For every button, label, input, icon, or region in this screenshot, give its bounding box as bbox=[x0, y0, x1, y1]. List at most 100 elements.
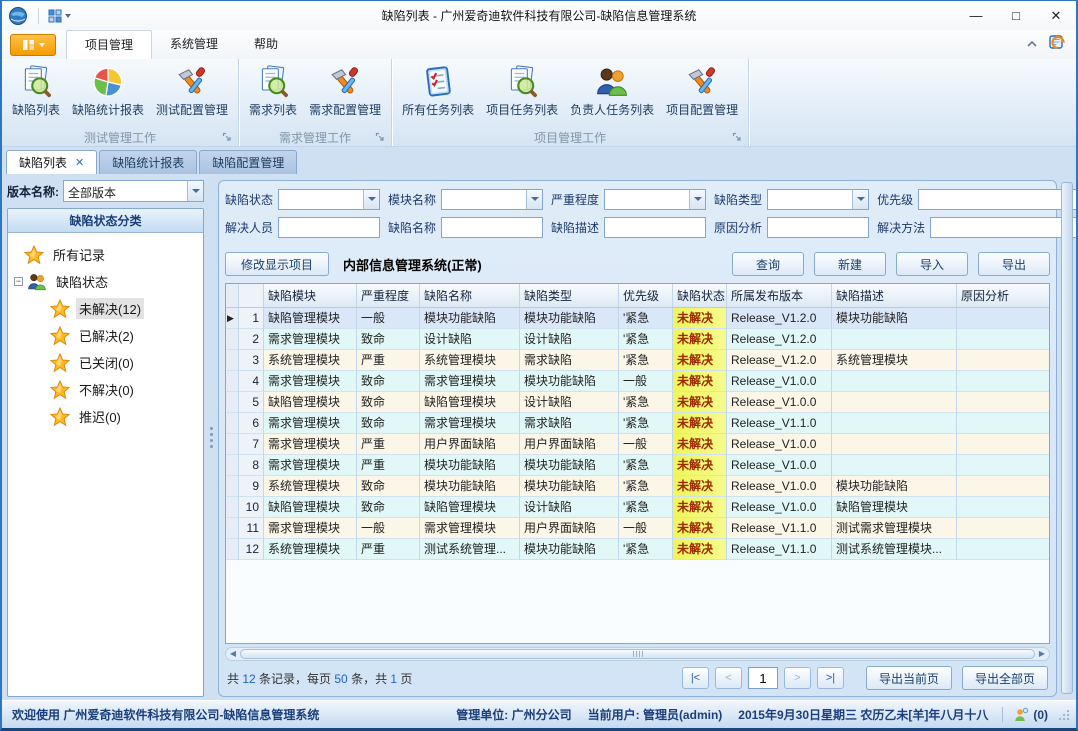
tree-item-defect-status[interactable]: −缺陷状态 bbox=[10, 268, 201, 295]
defect-status-combo[interactable] bbox=[278, 189, 380, 210]
defect-stats-report-button[interactable]: 缺陷统计报表 bbox=[66, 63, 150, 120]
export-current-page-button[interactable]: 导出当前页 bbox=[866, 666, 952, 690]
requirement-config-management-label: 需求配置管理 bbox=[309, 101, 381, 118]
doc-tab-label: 缺陷统计报表 bbox=[112, 154, 184, 171]
scroll-right-icon[interactable]: ▶ bbox=[1037, 648, 1047, 660]
next-page-button[interactable]: > bbox=[784, 667, 811, 689]
application-menu-button[interactable] bbox=[10, 34, 56, 56]
resize-grip[interactable] bbox=[1058, 709, 1070, 721]
page-number-input[interactable] bbox=[748, 667, 778, 689]
collapse-minus-icon[interactable]: − bbox=[14, 277, 23, 286]
query-button[interactable]: 查询 bbox=[732, 252, 804, 276]
ribbon-tab-project-management[interactable]: 项目管理 bbox=[66, 30, 152, 59]
dropdown-arrow-icon[interactable] bbox=[187, 181, 203, 201]
help-icon[interactable] bbox=[1048, 33, 1066, 54]
quick-access-toolbar-button[interactable] bbox=[44, 7, 75, 25]
table-row[interactable]: 8需求管理模块严重模块功能缺陷模块功能缺陷'紧急未解决Release_V1.0.… bbox=[226, 455, 1049, 476]
dialog-launcher-icon[interactable] bbox=[222, 132, 233, 143]
message-count: (0) bbox=[1033, 708, 1048, 722]
table-row[interactable]: 12系统管理模块严重测试系统管理...模块功能缺陷'紧急未解决Release_V… bbox=[226, 539, 1049, 560]
create-button[interactable]: 新建 bbox=[814, 252, 886, 276]
export-all-pages-button[interactable]: 导出全部页 bbox=[962, 666, 1048, 690]
defect-status-input[interactable] bbox=[279, 190, 363, 209]
vertical-scrollbar[interactable] bbox=[1061, 182, 1073, 694]
user-status-icon[interactable] bbox=[1013, 707, 1029, 723]
collapse-ribbon-icon[interactable] bbox=[1026, 37, 1038, 51]
table-row[interactable]: 3系统管理模块严重系统管理模块需求缺陷'紧急未解决Release_V1.2.0系… bbox=[226, 350, 1049, 371]
tree-item-wont-fix[interactable]: 不解决(0) bbox=[10, 376, 201, 403]
defect-desc-input[interactable] bbox=[604, 217, 706, 238]
tree-item-unresolved[interactable]: 未解决(12) bbox=[10, 295, 201, 322]
all-task-list-button[interactable]: 所有任务列表 bbox=[396, 63, 480, 120]
modify-display-items-button[interactable]: 修改显示项目 bbox=[225, 252, 329, 276]
table-row[interactable]: 4需求管理模块致命需求管理模块模块功能缺陷一般未解决Release_V1.0.0 bbox=[226, 371, 1049, 392]
window-controls: — □ ✕ bbox=[956, 1, 1076, 30]
cell: '紧急 bbox=[619, 476, 673, 497]
ribbon-tab-system-management[interactable]: 系统管理 bbox=[152, 30, 236, 59]
filter-row-2: 解决人员缺陷名称缺陷描述原因分析解决方法 bbox=[225, 216, 1050, 238]
export-button[interactable]: 导出 bbox=[978, 252, 1050, 276]
defect-name-input[interactable] bbox=[441, 217, 543, 238]
doc-tab-defect-stats-report[interactable]: 缺陷统计报表 bbox=[99, 150, 197, 174]
row-number: 9 bbox=[239, 476, 264, 497]
horizontal-scrollbar[interactable]: ◀ ▶ bbox=[225, 647, 1050, 661]
tree-item-postponed[interactable]: 推迟(0) bbox=[10, 403, 201, 430]
close-tab-icon[interactable]: ✕ bbox=[75, 156, 84, 169]
scrollbar-thumb[interactable] bbox=[240, 649, 1035, 659]
defect-type-combo[interactable] bbox=[767, 189, 869, 210]
table-row[interactable]: 10缺陷管理模块致命缺陷管理模块设计缺陷'紧急未解决Release_V1.0.0… bbox=[226, 497, 1049, 518]
maximize-button[interactable]: □ bbox=[996, 1, 1036, 30]
close-button[interactable]: ✕ bbox=[1036, 1, 1076, 30]
requirement-list-label: 需求列表 bbox=[249, 101, 297, 118]
tree-item-closed[interactable]: 已关闭(0) bbox=[10, 349, 201, 376]
cell bbox=[832, 371, 957, 392]
last-page-button[interactable]: >| bbox=[817, 667, 844, 689]
minimize-button[interactable]: — bbox=[956, 1, 996, 30]
priority-combo[interactable] bbox=[918, 189, 1078, 210]
dropdown-arrow-icon[interactable] bbox=[689, 190, 705, 209]
cell: 未解决 bbox=[673, 455, 727, 476]
import-button[interactable]: 导入 bbox=[896, 252, 968, 276]
tree-item-resolved[interactable]: 已解决(2) bbox=[10, 322, 201, 349]
defect-list-button[interactable]: 缺陷列表 bbox=[6, 63, 66, 120]
dropdown-arrow-icon[interactable] bbox=[526, 190, 542, 209]
version-combo[interactable]: 全部版本 bbox=[63, 180, 204, 202]
table-row[interactable]: 5缺陷管理模块致命缺陷管理模块设计缺陷'紧急未解决Release_V1.0.0 bbox=[226, 392, 1049, 413]
doc-tab-defect-list[interactable]: 缺陷列表✕ bbox=[6, 150, 97, 174]
dialog-launcher-icon[interactable] bbox=[732, 132, 743, 143]
cell bbox=[957, 371, 1050, 392]
requirement-list-button[interactable]: 需求列表 bbox=[243, 63, 303, 120]
table-row[interactable]: 7需求管理模块严重用户界面缺陷用户界面缺陷一般未解决Release_V1.0.0 bbox=[226, 434, 1049, 455]
test-config-management-button[interactable]: 测试配置管理 bbox=[150, 63, 234, 120]
module-name-combo[interactable] bbox=[441, 189, 543, 210]
table-row[interactable]: 11需求管理模块一般需求管理模块用户界面缺陷一般未解决Release_V1.1.… bbox=[226, 518, 1049, 539]
table-row[interactable]: 9系统管理模块致命模块功能缺陷模块功能缺陷'紧急未解决Release_V1.0.… bbox=[226, 476, 1049, 497]
resolver-input[interactable] bbox=[278, 217, 380, 238]
table-row[interactable]: 6需求管理模块致命需求管理模块需求缺陷'紧急未解决Release_V1.1.0 bbox=[226, 413, 1049, 434]
panel-splitter[interactable] bbox=[208, 174, 215, 700]
project-task-list-button[interactable]: 项目任务列表 bbox=[480, 63, 564, 120]
project-config-management-button[interactable]: 项目配置管理 bbox=[660, 63, 744, 120]
defect-type-input[interactable] bbox=[768, 190, 852, 209]
requirement-config-management-button[interactable]: 需求配置管理 bbox=[303, 63, 387, 120]
dropdown-arrow-icon[interactable] bbox=[363, 190, 379, 209]
table-row[interactable]: 2需求管理模块致命设计缺陷设计缺陷'紧急未解决Release_V1.2.0 bbox=[226, 329, 1049, 350]
first-page-button[interactable]: |< bbox=[682, 667, 709, 689]
dropdown-arrow-icon[interactable] bbox=[852, 190, 868, 209]
solution-input[interactable] bbox=[930, 217, 1078, 238]
priority-input[interactable] bbox=[919, 190, 1078, 209]
document-tab-bar: 缺陷列表✕ 缺陷统计报表缺陷配置管理 bbox=[2, 148, 1076, 174]
severity-combo[interactable] bbox=[604, 189, 706, 210]
table-row[interactable]: ▶1缺陷管理模块一般模块功能缺陷模块功能缺陷'紧急未解决Release_V1.2… bbox=[226, 308, 1049, 329]
severity-input[interactable] bbox=[605, 190, 689, 209]
owner-task-list-button[interactable]: 负责人任务列表 bbox=[564, 63, 660, 120]
module-name-input[interactable] bbox=[442, 190, 526, 209]
prev-page-button[interactable]: < bbox=[715, 667, 742, 689]
owner-task-list-label: 负责人任务列表 bbox=[570, 101, 654, 118]
dialog-launcher-icon[interactable] bbox=[375, 132, 386, 143]
cause-analysis-input[interactable] bbox=[767, 217, 869, 238]
scroll-left-icon[interactable]: ◀ bbox=[228, 648, 238, 660]
doc-tab-defect-config-management[interactable]: 缺陷配置管理 bbox=[199, 150, 297, 174]
ribbon-tab-help[interactable]: 帮助 bbox=[236, 30, 296, 59]
tree-item-all-records[interactable]: 所有记录 bbox=[10, 241, 201, 268]
